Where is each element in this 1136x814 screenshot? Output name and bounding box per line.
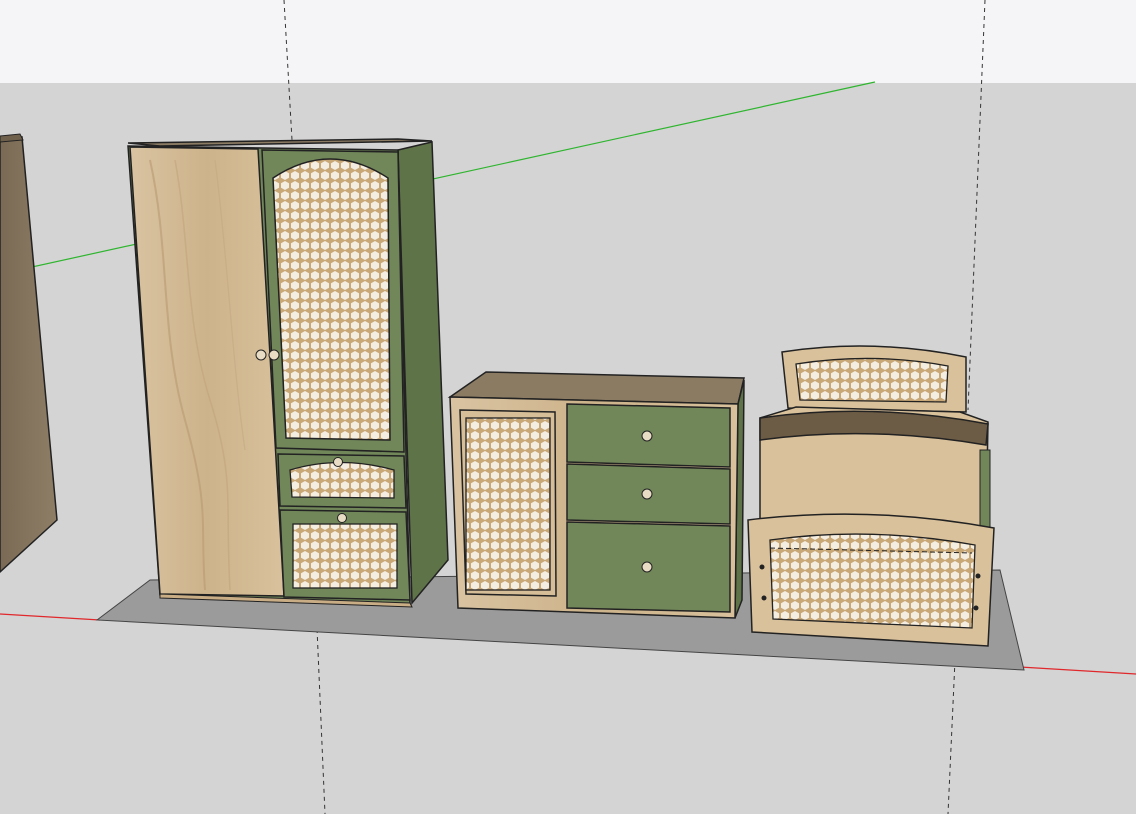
wardrobe[interactable] [127,138,449,608]
wardrobe-cane-panel [272,158,391,441]
dresser[interactable] [447,371,745,619]
blue-axis-dashed-1 [283,0,293,141]
side-panel[interactable] [0,133,58,574]
dresser-drawer-3-knob [641,561,653,573]
red-axis-left [0,613,101,621]
red-axis-right [1019,666,1136,675]
wardrobe-knob-right [268,349,280,361]
wardrobe-wood-door [129,146,285,597]
blue-axis-dashed-2 [315,604,326,814]
dresser-drawer-2-knob [641,488,653,500]
model-viewport[interactable] [0,0,1136,814]
bed[interactable] [747,345,995,647]
dresser-drawer-1-knob [641,430,653,442]
wardrobe-knob-left [255,349,267,361]
wardrobe-drawer-large-knob [337,513,347,523]
blue-axis-dashed-3 [967,0,986,411]
wardrobe-drawer-small-knob [333,457,343,467]
blue-axis-dashed-4 [947,659,956,814]
